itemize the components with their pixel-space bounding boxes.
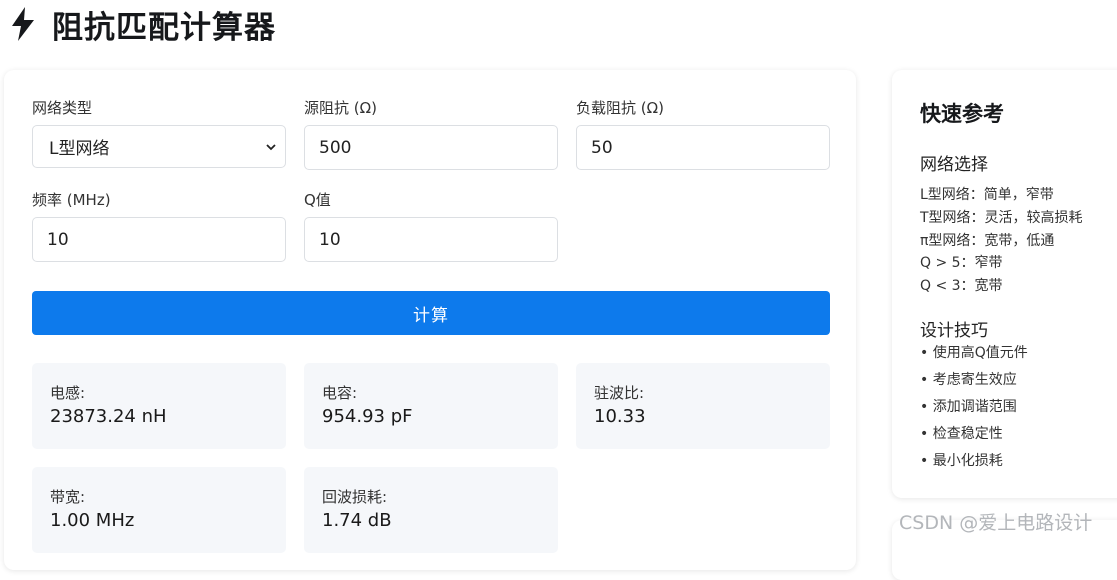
watermark: CSDN @爱上电路设计	[899, 512, 1093, 534]
network-note: Q > 5：窄带	[920, 255, 1003, 271]
network-note: Q < 3：宽带	[920, 278, 1003, 294]
network-selection-heading: 网络选择	[920, 155, 988, 175]
source-impedance-field: 源阻抗 (Ω) 500	[304, 97, 558, 170]
page-header: 阻抗匹配计算器	[10, 2, 276, 46]
load-impedance-label: 负载阻抗 (Ω)	[576, 99, 664, 117]
design-tip-item: • 最小化损耗	[920, 453, 1003, 469]
load-impedance-input[interactable]: 50	[576, 125, 830, 170]
source-impedance-value: 500	[319, 137, 352, 158]
network-type-field: 网络类型 L型网络	[32, 97, 286, 168]
network-note: T型网络：灵活，较高损耗	[920, 210, 1083, 226]
design-tip-item: • 添加调谐范围	[920, 399, 1017, 415]
capacitance-label: 电容:	[322, 384, 358, 402]
load-impedance-value: 50	[591, 137, 613, 158]
inductance-result: 电感: 23873.24 nH	[32, 363, 286, 449]
capacitance-value: 954.93 pF	[322, 406, 413, 427]
design-tip-item: • 考虑寄生效应	[920, 372, 1017, 388]
bandwidth-label: 带宽:	[50, 488, 86, 506]
q-value-value: 10	[319, 229, 341, 250]
q-value-input[interactable]: 10	[304, 217, 558, 262]
return-loss-result: 回波损耗: 1.74 dB	[304, 467, 558, 553]
q-value-field: Q值 10	[304, 189, 558, 262]
return-loss-label: 回波损耗:	[322, 488, 388, 506]
vswr-result: 驻波比: 10.33	[576, 363, 830, 449]
design-tip-item: • 检查稳定性	[920, 426, 1003, 442]
frequency-field: 频率 (MHz) 10	[32, 189, 286, 262]
network-note: L型网络：简单，窄带	[920, 187, 1054, 203]
chevron-down-icon	[266, 144, 276, 151]
page-title: 阻抗匹配计算器	[52, 9, 276, 46]
load-impedance-field: 负载阻抗 (Ω) 50	[576, 97, 830, 170]
bandwidth-value: 1.00 MHz	[50, 510, 135, 531]
quick-reference-card: 快速参考 网络选择 L型网络：简单，窄带 T型网络：灵活，较高损耗 π型网络：宽…	[892, 70, 1117, 498]
network-type-value: L型网络	[49, 139, 110, 159]
vswr-value: 10.33	[594, 406, 646, 427]
design-tip-item: • 使用高Q值元件	[920, 345, 1028, 361]
lightning-bolt-icon	[12, 7, 34, 41]
design-tips-heading: 设计技巧	[920, 321, 988, 341]
calculate-button[interactable]: 计算	[32, 291, 830, 335]
network-note: π型网络：宽带，低通	[920, 233, 1055, 249]
network-type-select[interactable]: L型网络	[32, 125, 286, 168]
q-value-label: Q值	[304, 191, 331, 209]
network-type-label: 网络类型	[32, 99, 93, 117]
bandwidth-result: 带宽: 1.00 MHz	[32, 467, 286, 553]
frequency-label: 频率 (MHz)	[32, 191, 111, 209]
quick-reference-title: 快速参考	[920, 102, 1004, 126]
vswr-label: 驻波比:	[594, 384, 645, 402]
frequency-input[interactable]: 10	[32, 217, 286, 262]
inductance-value: 23873.24 nH	[50, 406, 167, 427]
inductance-label: 电感:	[50, 384, 86, 402]
source-impedance-label: 源阻抗 (Ω)	[304, 99, 377, 117]
source-impedance-input[interactable]: 500	[304, 125, 558, 170]
return-loss-value: 1.74 dB	[322, 510, 392, 531]
calculator-card: 网络类型 L型网络 源阻抗 (Ω) 500 负载阻抗 (Ω) 50 频率 (MH…	[4, 70, 856, 570]
frequency-value: 10	[47, 229, 69, 250]
capacitance-result: 电容: 954.93 pF	[304, 363, 558, 449]
